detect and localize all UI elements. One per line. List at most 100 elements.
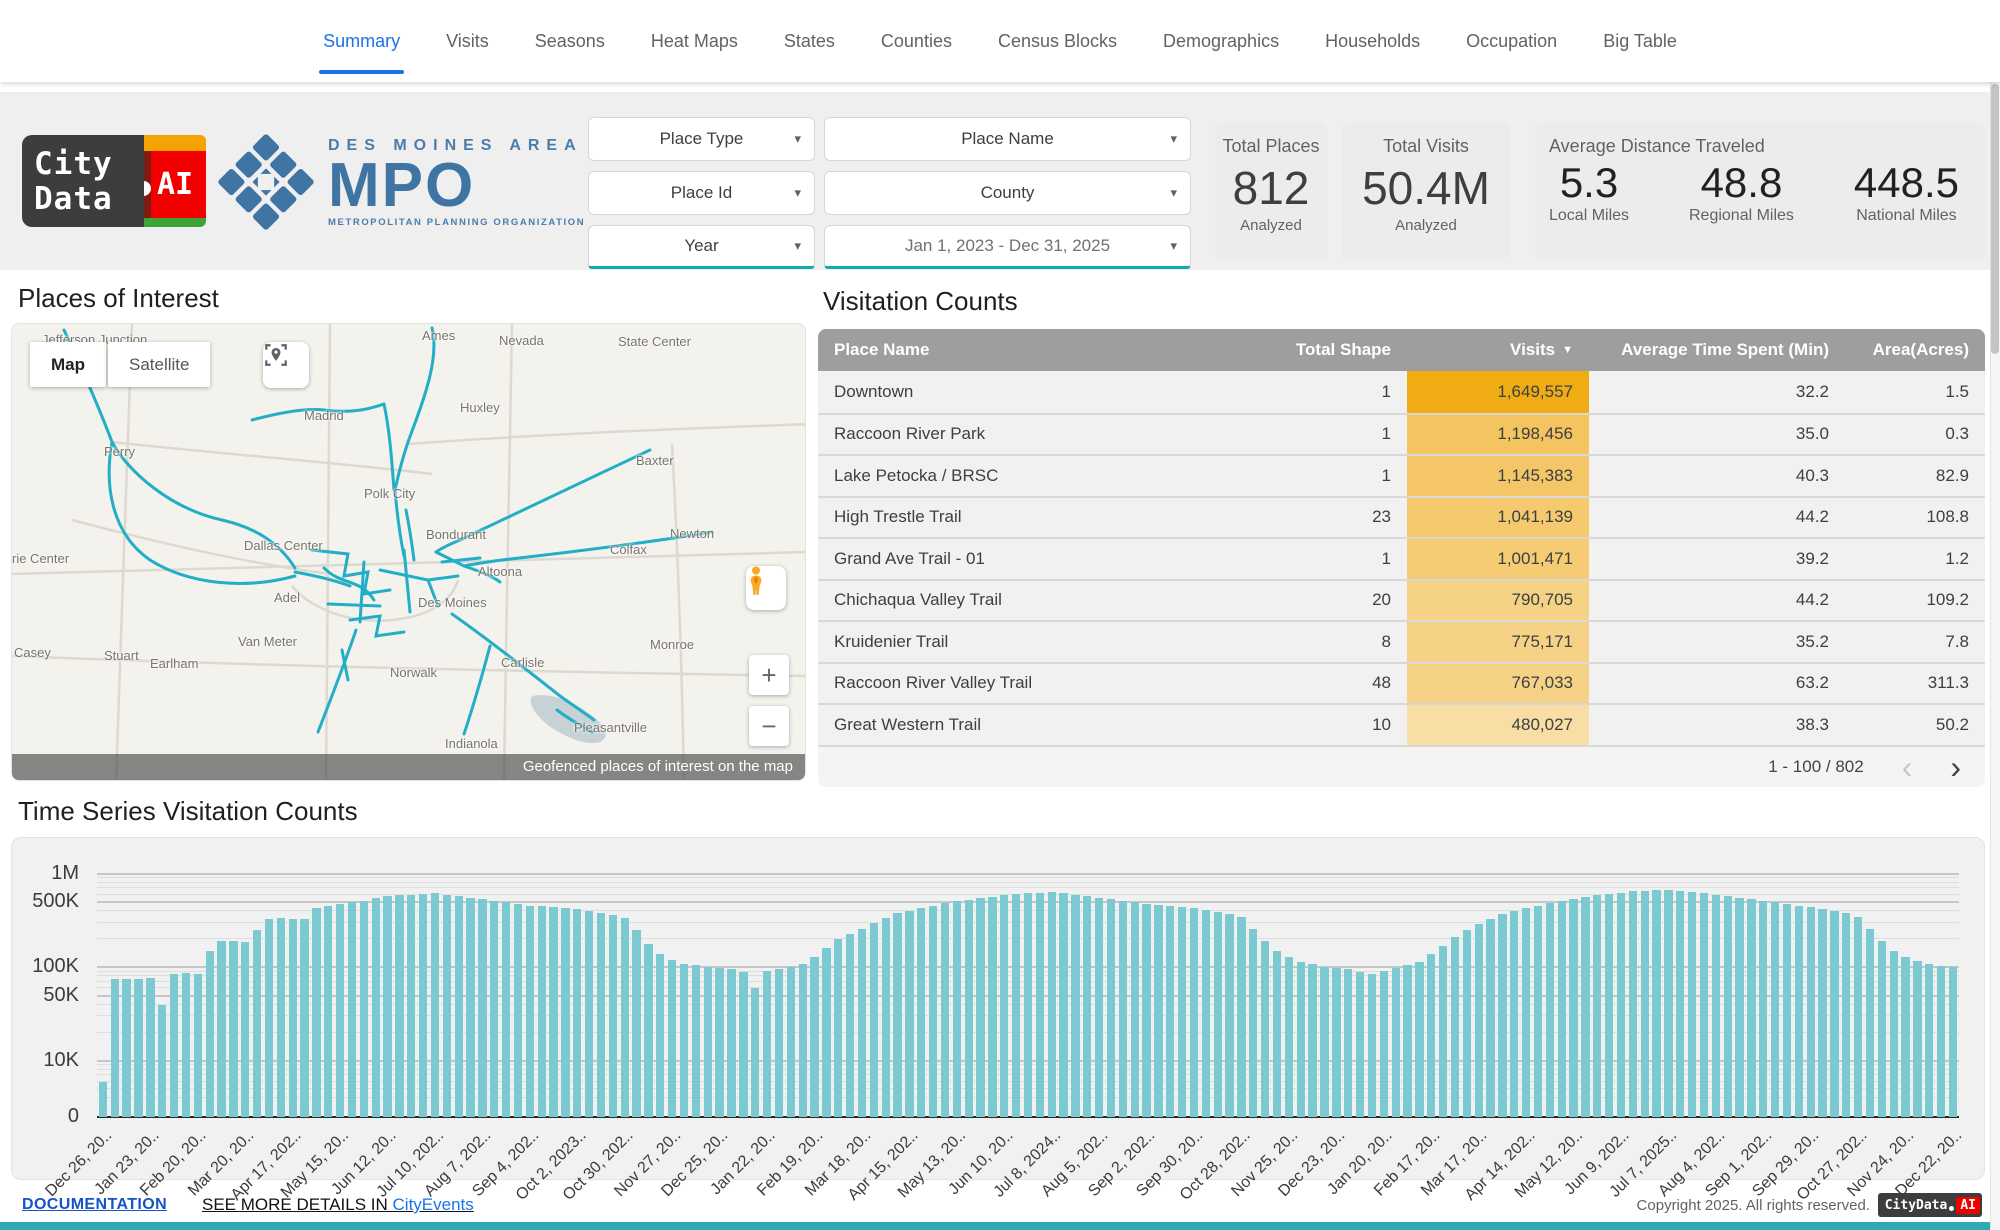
filter-place-id[interactable]: Place Id▾ (588, 171, 815, 215)
bar[interactable] (953, 901, 961, 1117)
bar[interactable] (1629, 891, 1637, 1117)
bar[interactable] (988, 897, 996, 1117)
table-row[interactable]: Great Western Trail10480,02738.350.2 (818, 703, 1985, 745)
bar[interactable] (632, 930, 640, 1117)
bar[interactable] (858, 929, 866, 1117)
bar[interactable] (1818, 909, 1826, 1117)
tab-seasons[interactable]: Seasons (535, 0, 605, 82)
bar[interactable] (893, 913, 901, 1117)
bar[interactable] (1380, 971, 1388, 1117)
tab-counties[interactable]: Counties (881, 0, 952, 82)
zoom-in-button[interactable]: + (749, 655, 789, 695)
bar[interactable] (1142, 904, 1150, 1117)
bar[interactable] (751, 988, 759, 1117)
bar[interactable] (1332, 968, 1340, 1117)
bar[interactable] (941, 903, 949, 1117)
bar[interactable] (1771, 902, 1779, 1117)
table-row[interactable]: High Trestle Trail231,041,13944.2108.8 (818, 496, 1985, 538)
bar[interactable] (1807, 907, 1815, 1117)
bar[interactable] (1190, 908, 1198, 1117)
bar[interactable] (443, 895, 451, 1117)
bar[interactable] (324, 906, 332, 1118)
bar[interactable] (1866, 929, 1874, 1117)
bar[interactable] (1937, 966, 1945, 1117)
bar[interactable] (775, 969, 783, 1117)
bar[interactable] (1581, 897, 1589, 1117)
bar[interactable] (1925, 964, 1933, 1117)
bar[interactable] (229, 941, 237, 1117)
tab-heat-maps[interactable]: Heat Maps (651, 0, 738, 82)
map-canvas[interactable] (12, 324, 806, 781)
bar[interactable] (976, 898, 984, 1117)
bar[interactable] (1901, 957, 1909, 1117)
bar[interactable] (1178, 907, 1186, 1117)
bar[interactable] (360, 901, 368, 1117)
bar[interactable] (1795, 906, 1803, 1118)
table-row[interactable]: Raccoon River Park11,198,45635.00.3 (818, 413, 1985, 455)
cityevents-link[interactable]: CityEvents (393, 1195, 474, 1214)
next-page-icon[interactable]: › (1950, 751, 1961, 783)
bar[interactable] (1676, 891, 1684, 1117)
bar[interactable] (478, 899, 486, 1117)
tab-big-table[interactable]: Big Table (1603, 0, 1677, 82)
tab-occupation[interactable]: Occupation (1466, 0, 1557, 82)
bar[interactable] (372, 898, 380, 1117)
bar[interactable] (1664, 890, 1672, 1117)
bar[interactable] (870, 923, 878, 1117)
bar[interactable] (1546, 903, 1554, 1117)
see-more-details-link[interactable]: SEE MORE DETAILS IN CityEvents (202, 1195, 474, 1215)
page-scrollbar[interactable] (1990, 0, 2000, 1230)
bar[interactable] (644, 944, 652, 1117)
bar[interactable] (692, 965, 700, 1117)
bar[interactable] (1842, 913, 1850, 1117)
documentation-link[interactable]: DOCUMENTATION (22, 1196, 167, 1214)
bar[interactable] (1783, 904, 1791, 1117)
bar[interactable] (1830, 911, 1838, 1117)
bar[interactable] (1605, 894, 1613, 1117)
col-visits[interactable]: Visits ▼ (1407, 329, 1589, 371)
geofence-toggle-button[interactable] (263, 342, 309, 388)
bar[interactable] (1558, 901, 1566, 1117)
bar[interactable] (348, 902, 356, 1117)
bar[interactable] (1439, 946, 1447, 1117)
table-row[interactable]: Lake Petocka / BRSC11,145,38340.382.9 (818, 454, 1985, 496)
satellite-button[interactable]: Satellite (108, 342, 210, 387)
bar[interactable] (502, 902, 510, 1117)
bar[interactable] (1652, 890, 1660, 1117)
bar[interactable] (1735, 898, 1743, 1117)
bar[interactable] (182, 973, 190, 1117)
table-row[interactable]: Chichaqua Valley Trail20790,70544.2109.2 (818, 579, 1985, 621)
bar[interactable] (538, 906, 546, 1117)
bar[interactable] (1368, 974, 1376, 1117)
col-place-name[interactable]: Place Name (818, 329, 1240, 371)
col-total-shape[interactable]: Total Shape (1240, 329, 1407, 371)
bar[interactable] (419, 894, 427, 1117)
tab-states[interactable]: States (784, 0, 835, 82)
bar[interactable] (265, 919, 273, 1117)
bar[interactable] (1724, 896, 1732, 1117)
bar[interactable] (514, 904, 522, 1117)
col-avg-time[interactable]: Average Time Spent (Min) (1589, 329, 1845, 371)
bar[interactable] (1403, 965, 1411, 1117)
bar[interactable] (1059, 893, 1067, 1117)
bar[interactable] (1036, 893, 1044, 1117)
bar[interactable] (217, 941, 225, 1117)
bar[interactable] (1878, 941, 1886, 1117)
bar[interactable] (336, 904, 344, 1117)
bar[interactable] (253, 930, 261, 1117)
bar[interactable] (1273, 951, 1281, 1117)
bar[interactable] (656, 954, 664, 1117)
bar[interactable] (395, 895, 403, 1117)
bar[interactable] (822, 948, 830, 1117)
bar[interactable] (739, 972, 747, 1117)
bar[interactable] (1119, 901, 1127, 1117)
tab-households[interactable]: Households (1325, 0, 1420, 82)
bar[interactable] (1498, 914, 1506, 1117)
zoom-out-button[interactable]: − (749, 706, 789, 746)
bar[interactable] (597, 913, 605, 1117)
bar[interactable] (715, 968, 723, 1117)
bar[interactable] (490, 901, 498, 1117)
bar[interactable] (727, 969, 735, 1117)
bar[interactable] (680, 964, 688, 1117)
bar[interactable] (1320, 967, 1328, 1117)
